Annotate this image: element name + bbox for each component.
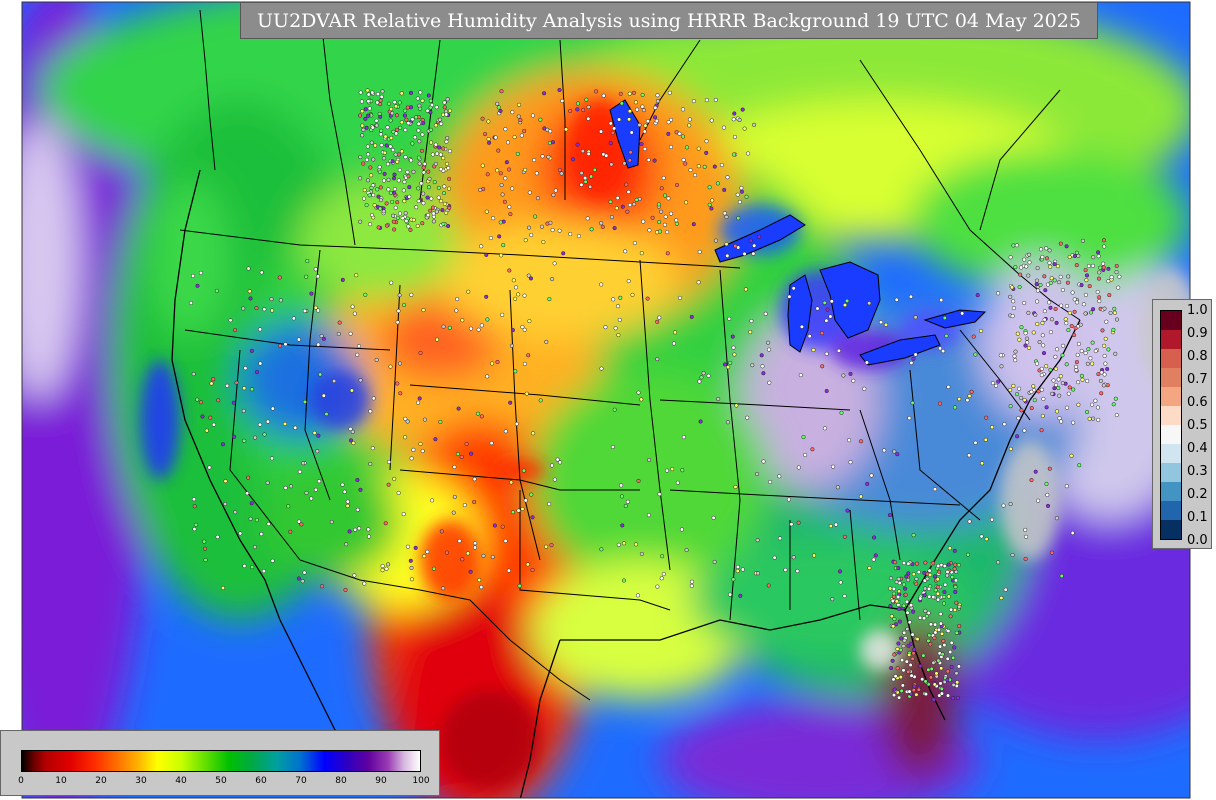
colorbar-tick-label: 0.0 [1187,533,1208,548]
rh-colorbar-tick-label: 0 [18,776,24,786]
colorbar-segment [1161,349,1181,368]
colorbar-segment [1161,406,1181,425]
colorbar-tick-label: 0.5 [1187,418,1208,433]
probability-colorbar: 1.0 0.9 0.8 0.7 0.6 0.5 0.4 0.3 0.2 0.1 0.0 [1152,299,1212,549]
rh-colorbar-tick-label: 70 [295,776,307,786]
rh-colorbar-tick-label: 30 [135,776,147,786]
rh-colorbar-tick-label: 80 [335,776,347,786]
colorbar-tick-label: 0.2 [1187,487,1208,502]
colorbar-tick-label: 0.9 [1187,326,1208,341]
colorbar-tick-label: 1.0 [1187,303,1208,318]
colorbar-tick-label: 0.7 [1187,372,1208,387]
rh-colorbar-tick-label: 50 [215,776,227,786]
rh-colorbar-tick-label: 90 [375,776,387,786]
colorbar-segment [1161,387,1181,406]
colorbar-tick-label: 0.8 [1187,349,1208,364]
colorbar-segment [1161,463,1181,482]
colorbar-segment [1161,311,1181,330]
colorbar-segment [1161,444,1181,463]
colorbar-tick-label: 0.4 [1187,441,1208,456]
map-title: UU2DVAR Relative Humidity Analysis using… [240,2,1098,39]
probability-colorbar-scale [1160,310,1182,540]
colorbar-segment [1161,520,1181,539]
colorbar-segment [1161,482,1181,501]
colorbar-segment [1161,501,1181,520]
colorbar-segment [1161,368,1181,387]
rh-colorbar-tick-label: 20 [95,776,107,786]
colorbar-segment [1161,425,1181,444]
colorbar-tick-label: 0.6 [1187,395,1208,410]
rh-colorbar-tick-label: 60 [255,776,267,786]
rh-colorbar-tick-label: 10 [55,776,67,786]
rh-colorbar-tick-label: 40 [175,776,187,786]
rh-analysis-map [21,1,1191,799]
colorbar-segment [1161,330,1181,349]
rh-colorbar-scale [21,750,421,772]
colorbar-tick-label: 0.3 [1187,464,1208,479]
rh-colorbar-tick-label: 100 [412,776,430,786]
colorbar-tick-label: 0.1 [1187,510,1208,525]
rh-colorbar: 0 10 20 30 40 50 60 70 80 90 100 [0,730,440,796]
